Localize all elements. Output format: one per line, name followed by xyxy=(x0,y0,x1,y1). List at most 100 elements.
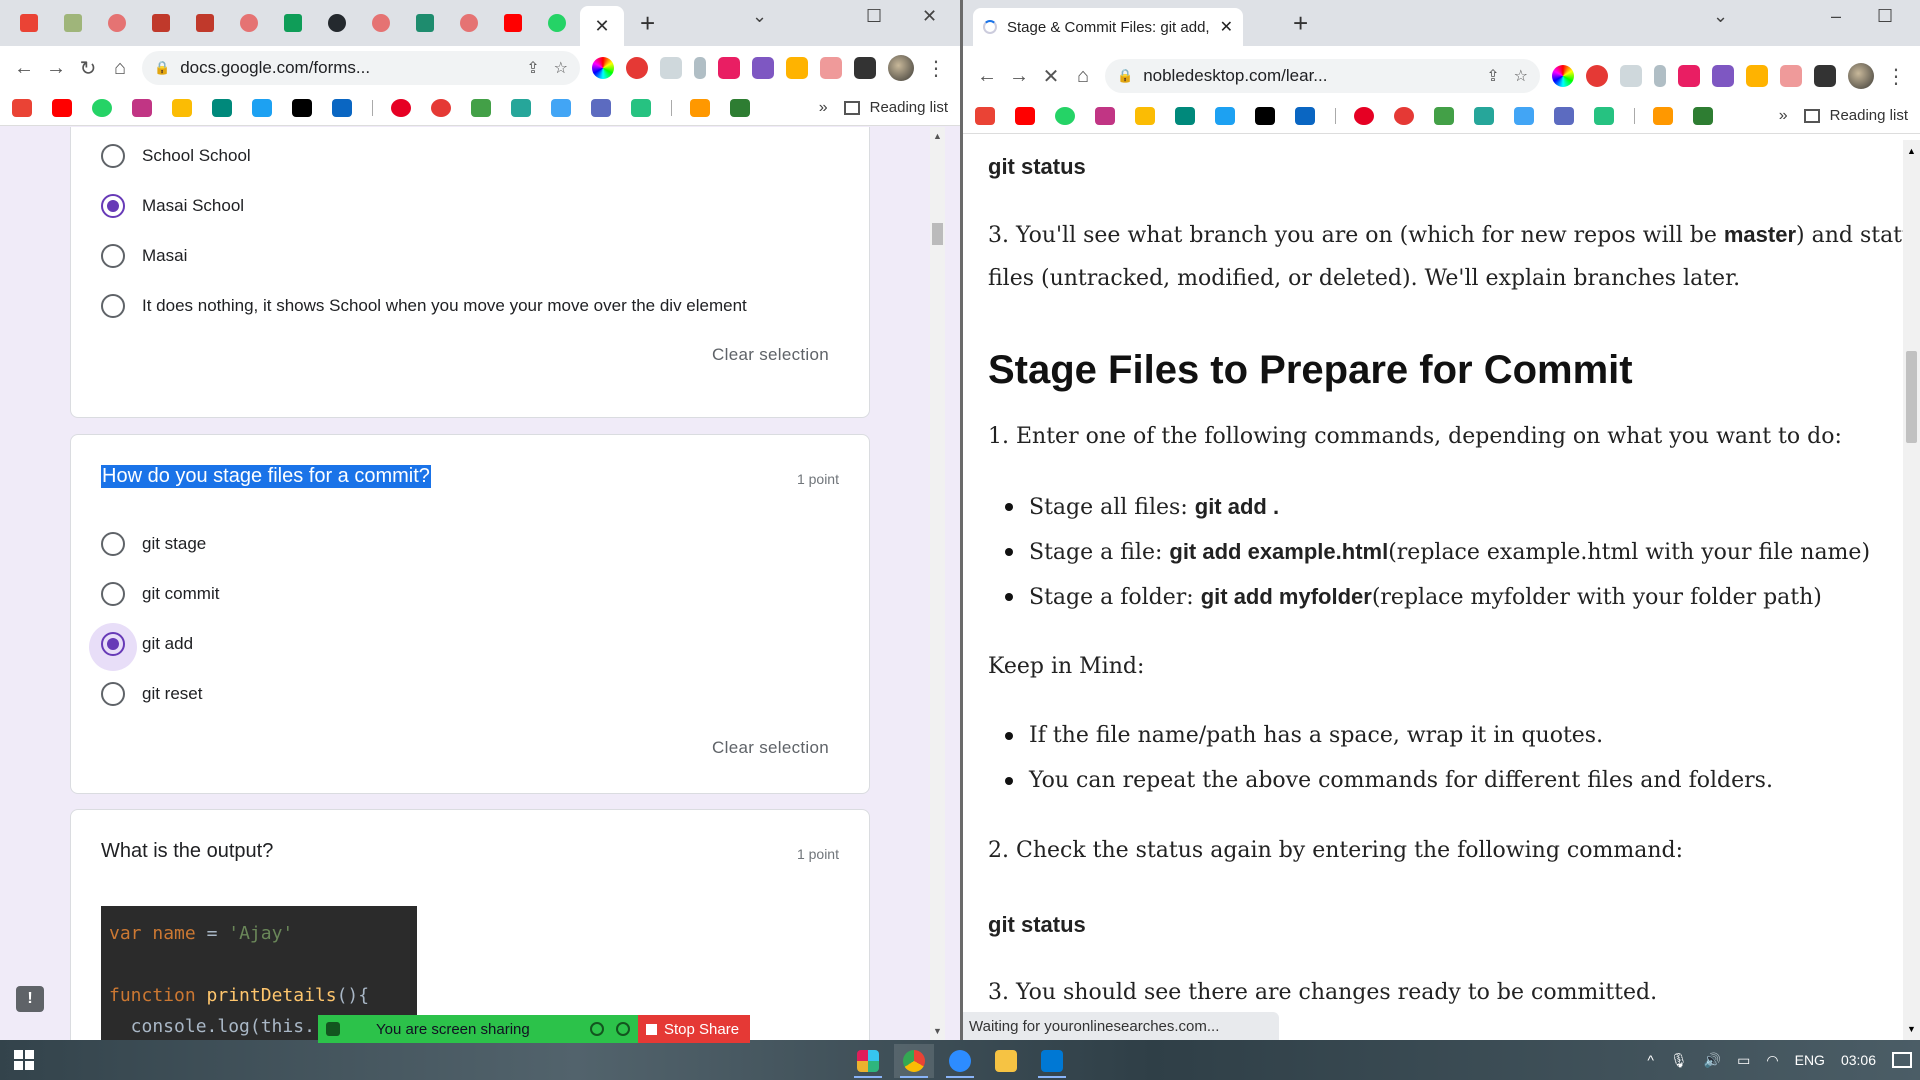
meet-icon[interactable] xyxy=(1175,106,1195,125)
option[interactable]: git stage xyxy=(101,529,206,559)
instagram-icon[interactable] xyxy=(132,98,152,117)
tab-7[interactable] xyxy=(276,8,310,38)
reading-list-button[interactable]: Reading list xyxy=(1803,107,1908,124)
youtube-icon[interactable] xyxy=(52,98,72,117)
flag-icon[interactable] xyxy=(1554,106,1574,125)
bookmark-icon[interactable] xyxy=(511,98,531,117)
maximize-button[interactable]: ☐ xyxy=(1877,6,1893,27)
radio-button[interactable] xyxy=(101,682,125,706)
pinterest-icon[interactable] xyxy=(391,98,411,117)
home-button[interactable]: ⌂ xyxy=(1067,60,1099,92)
vue-icon[interactable] xyxy=(631,98,651,117)
share-icon[interactable]: ⇪ xyxy=(1486,66,1499,86)
drag-handle-icon[interactable] xyxy=(326,1022,340,1036)
puzzle-icon[interactable] xyxy=(1814,65,1836,87)
minimize-button[interactable]: – xyxy=(1831,6,1841,27)
tab-gmail[interactable] xyxy=(12,8,46,38)
tab-10[interactable] xyxy=(408,8,442,38)
gmail-icon[interactable] xyxy=(12,98,32,117)
youtube-icon[interactable] xyxy=(1015,106,1035,125)
calendar-icon[interactable] xyxy=(820,57,842,79)
option[interactable]: It does nothing, it shows School when yo… xyxy=(101,291,747,321)
taskbar-app-zoom[interactable] xyxy=(940,1044,980,1078)
more-bookmarks-button[interactable]: » xyxy=(819,99,828,117)
reload-button[interactable]: ↻ xyxy=(72,52,104,84)
address-bar[interactable]: 🔒 nobledesktop.com/lear... ⇪ ☆ xyxy=(1105,59,1540,93)
option[interactable]: git commit xyxy=(101,579,219,609)
chevron-down-icon[interactable]: ⌄ xyxy=(1713,6,1728,27)
extension-icon[interactable] xyxy=(694,57,706,79)
w-icon[interactable] xyxy=(730,98,750,117)
star-icon[interactable]: ☆ xyxy=(554,58,568,78)
scrollbar[interactable]: ▲ ▼ xyxy=(1903,140,1920,1040)
meet-icon[interactable] xyxy=(212,98,232,117)
volume-icon[interactable]: 🔊 xyxy=(1704,1052,1721,1069)
microphone-icon[interactable]: 🎙 xyxy=(1670,1052,1688,1069)
more-bookmarks-button[interactable]: » xyxy=(1779,107,1788,125)
scroll-thumb[interactable] xyxy=(932,223,943,245)
chevron-up-icon[interactable]: ^ xyxy=(1647,1052,1654,1068)
record-icon[interactable] xyxy=(431,98,451,117)
taskbar-app-slack[interactable] xyxy=(848,1044,888,1078)
tab-2[interactable] xyxy=(56,8,90,38)
pma-icon[interactable] xyxy=(1653,106,1673,125)
stop-share-button[interactable]: Stop Share xyxy=(638,1015,750,1043)
pinterest-icon[interactable] xyxy=(1354,106,1374,125)
radio-button-selected[interactable] xyxy=(101,194,125,218)
pokeball-icon[interactable] xyxy=(626,57,648,79)
tab-noble-active[interactable]: Stage & Commit Files: git add, gi ✕ xyxy=(973,8,1243,46)
menu-icon[interactable]: ⋮ xyxy=(1880,60,1912,92)
whatsapp-icon[interactable] xyxy=(1055,106,1075,125)
clear-selection-button[interactable]: Clear selection xyxy=(712,345,829,365)
extension-icon[interactable] xyxy=(1654,65,1666,87)
twitter-icon[interactable] xyxy=(252,98,272,117)
forward-button[interactable]: → xyxy=(40,52,72,84)
avatar[interactable] xyxy=(1848,63,1874,89)
pen-icon[interactable] xyxy=(786,57,808,79)
close-icon[interactable]: ✕ xyxy=(594,16,609,37)
taskbar-app-vscode[interactable] xyxy=(1032,1044,1072,1078)
puzzle-icon[interactable] xyxy=(854,57,876,79)
whatsapp-icon[interactable] xyxy=(92,98,112,117)
extension-icon[interactable] xyxy=(1620,65,1642,87)
radio-button[interactable] xyxy=(101,294,125,318)
calendar-icon[interactable] xyxy=(1780,65,1802,87)
play-icon[interactable] xyxy=(718,57,740,79)
v-icon[interactable] xyxy=(752,57,774,79)
bot-icon[interactable] xyxy=(1514,106,1534,125)
scroll-up-icon[interactable]: ▲ xyxy=(1907,146,1916,156)
instagram-icon[interactable] xyxy=(1095,106,1115,125)
pen-icon[interactable] xyxy=(1746,65,1768,87)
radio-button[interactable] xyxy=(101,244,125,268)
v-icon[interactable] xyxy=(1712,65,1734,87)
tab-github[interactable] xyxy=(320,8,354,38)
tab-5[interactable] xyxy=(188,8,222,38)
flag-icon[interactable] xyxy=(591,98,611,117)
feedback-button[interactable]: ! xyxy=(16,986,44,1012)
option[interactable]: Masai School xyxy=(101,191,244,221)
dev-icon[interactable] xyxy=(292,98,312,117)
record-icon[interactable] xyxy=(1394,106,1414,125)
tab-3[interactable] xyxy=(100,8,134,38)
menu-icon[interactable]: ⋮ xyxy=(920,52,952,84)
battery-icon[interactable]: ▭ xyxy=(1737,1052,1750,1069)
pause-icon[interactable] xyxy=(590,1022,604,1036)
chevron-down-icon[interactable]: ⌄ xyxy=(752,6,767,27)
option[interactable]: git add xyxy=(89,623,193,671)
tab-forms-active[interactable]: ✕ xyxy=(580,6,624,46)
wifi-icon[interactable]: ◠ xyxy=(1766,1052,1778,1069)
taskbar-app-chrome[interactable] xyxy=(894,1044,934,1078)
option[interactable]: git reset xyxy=(101,679,202,709)
forward-button[interactable]: → xyxy=(1003,60,1035,92)
twitter-icon[interactable] xyxy=(1215,106,1235,125)
radio-button-selected[interactable] xyxy=(101,632,125,656)
bot-icon[interactable] xyxy=(551,98,571,117)
scroll-down-icon[interactable]: ▼ xyxy=(933,1026,942,1036)
dev-icon[interactable] xyxy=(1255,106,1275,125)
shield-icon[interactable] xyxy=(616,1022,630,1036)
drive-icon[interactable] xyxy=(172,98,192,117)
reading-list-button[interactable]: Reading list xyxy=(843,99,948,116)
px-icon[interactable] xyxy=(1434,106,1454,125)
option[interactable]: School School xyxy=(101,141,251,171)
home-button[interactable]: ⌂ xyxy=(104,52,136,84)
